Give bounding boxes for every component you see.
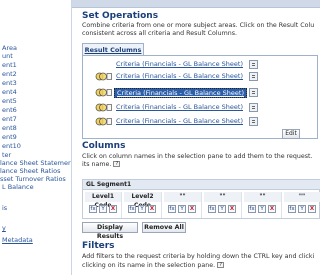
columns-title: Columns <box>82 141 126 151</box>
set-operation-icon[interactable] <box>95 103 112 112</box>
criteria-menu-button[interactable] <box>249 60 258 69</box>
set-operations-title: Set Operations <box>82 11 159 21</box>
filter-icon[interactable]: Y <box>138 205 146 213</box>
sidebar-item[interactable]: ent7 <box>2 116 17 123</box>
column-level2-code: Level2 Code fx Y X <box>124 192 162 218</box>
sidebar-item[interactable]: is <box>2 205 7 212</box>
column-header[interactable]: Level2 Code <box>124 192 161 209</box>
sidebar-item[interactable]: sset Turnover Ratios <box>0 176 66 183</box>
filter-icon[interactable]: Y <box>99 205 107 213</box>
column-header[interactable]: "" <box>164 192 201 202</box>
sidebar-item[interactable]: lance Sheet Statemer <box>0 160 71 167</box>
column-header[interactable]: "" <box>244 192 281 202</box>
columns-selection-box: GL Segment1 Level1 Code fx Y X Level2 Co… <box>82 179 320 219</box>
criteria-list: Criteria (Financials - GL Balance Sheet)… <box>82 55 318 139</box>
sidebar-item[interactable]: ent2 <box>2 71 17 78</box>
sidebar: Area unt ent1 ent2 ent3 ent4 ent5 ent6 e… <box>0 0 72 275</box>
criteria-row: Criteria (Financials - GL Balance Sheet) <box>83 71 319 82</box>
criteria-row: Criteria (Financials - GL Balance Sheet) <box>83 59 319 70</box>
column-header[interactable]: "" <box>284 192 320 202</box>
filters-description: Add filters to the request criteria by h… <box>82 253 315 260</box>
criteria-link[interactable]: Criteria (Financials - GL Balance Sheet) <box>114 88 247 98</box>
criteria-menu-button[interactable] <box>249 72 258 81</box>
delete-icon[interactable]: X <box>109 205 117 213</box>
formula-icon[interactable]: fx <box>248 205 256 213</box>
set-operation-icon[interactable] <box>95 88 112 97</box>
sidebar-item[interactable]: ent6 <box>2 107 17 114</box>
formula-icon[interactable]: fx <box>208 205 216 213</box>
column-blank: "" fx Y X <box>284 192 320 218</box>
remove-all-button[interactable]: Remove All <box>142 222 186 233</box>
sidebar-item[interactable]: ent10 <box>2 143 21 150</box>
set-operations-description: Combine criteria from one or more subjec… <box>82 22 315 29</box>
formula-icon[interactable]: fx <box>288 205 296 213</box>
formula-icon[interactable]: fx <box>128 205 136 213</box>
column-header[interactable]: "" <box>204 192 241 202</box>
criteria-menu-button[interactable] <box>249 88 258 97</box>
delete-icon[interactable]: X <box>228 205 236 213</box>
filter-icon[interactable]: Y <box>218 205 226 213</box>
column-blank: "" fx Y X <box>244 192 282 218</box>
sidebar-item[interactable]: ent5 <box>2 98 17 105</box>
sidebar-link-metadata[interactable]: Metadata <box>2 237 33 244</box>
sidebar-item[interactable]: ent1 <box>2 62 17 69</box>
sidebar-item[interactable]: ent9 <box>2 134 17 141</box>
formula-icon[interactable]: fx <box>168 205 176 213</box>
filter-icon[interactable]: Y <box>178 205 186 213</box>
columns-description-text: its name. <box>82 161 112 168</box>
filter-icon[interactable]: Y <box>258 205 266 213</box>
filters-description-text: clicking on its name in the selection pa… <box>82 262 216 269</box>
column-blank: "" fx Y X <box>204 192 242 218</box>
set-operation-icon[interactable] <box>95 72 112 81</box>
display-results-button[interactable]: Display Results <box>82 222 138 240</box>
formula-icon[interactable]: fx <box>89 205 97 213</box>
filter-icon[interactable]: Y <box>298 205 306 213</box>
set-operations-description-2: consistent across all criteria and Resul… <box>82 30 238 37</box>
sidebar-item[interactable]: lance Sheet Ratios <box>0 168 60 175</box>
help-icon[interactable]: ? <box>113 161 121 167</box>
top-bar <box>72 0 320 8</box>
sidebar-item[interactable]: L Balance <box>2 184 34 191</box>
filters-description-2: clicking on its name in the selection pa… <box>82 262 320 270</box>
set-operation-icon[interactable] <box>95 117 112 126</box>
help-icon[interactable]: ? <box>217 262 225 268</box>
criteria-link[interactable]: Criteria (Financials - GL Balance Sheet) <box>114 103 245 113</box>
column-blank: "" fx Y X <box>164 192 202 218</box>
sidebar-item[interactable]: ent8 <box>2 125 17 132</box>
criteria-row-selected: Criteria (Financials - GL Balance Sheet) <box>83 87 319 98</box>
criteria-row: Criteria (Financials - GL Balance Sheet) <box>83 116 319 127</box>
sidebar-item[interactable]: ent3 <box>2 80 17 87</box>
sidebar-item[interactable]: Area <box>2 45 17 52</box>
criteria-menu-button[interactable] <box>249 117 258 126</box>
criteria-link[interactable]: Criteria (Financials - GL Balance Sheet) <box>114 60 245 70</box>
delete-icon[interactable]: X <box>188 205 196 213</box>
delete-icon[interactable]: X <box>148 205 156 213</box>
sidebar-item[interactable]: unt <box>2 53 13 60</box>
column-header[interactable]: Level1 Code <box>85 192 121 209</box>
sidebar-item[interactable]: ent4 <box>2 89 17 96</box>
column-level1-code: Level1 Code fx Y X <box>85 192 122 218</box>
criteria-menu-button[interactable] <box>249 103 258 112</box>
sidebar-link[interactable]: y <box>2 225 6 232</box>
filters-title: Filters <box>82 241 115 251</box>
delete-icon[interactable]: X <box>308 205 316 213</box>
column-group-header: GL Segment1 <box>83 180 320 190</box>
criteria-row: Criteria (Financials - GL Balance Sheet) <box>83 102 319 113</box>
delete-icon[interactable]: X <box>268 205 276 213</box>
edit-button[interactable]: Edit <box>282 129 300 139</box>
main-panel: Set Operations Combine criteria from one… <box>72 0 320 275</box>
criteria-link[interactable]: Criteria (Financials - GL Balance Sheet) <box>114 72 245 82</box>
sidebar-item[interactable]: ter <box>2 152 11 159</box>
criteria-link[interactable]: Criteria (Financials - GL Balance Sheet) <box>114 117 245 127</box>
columns-description: Click on column names in the selection p… <box>82 153 313 160</box>
columns-description-2: its name. ? <box>82 161 320 169</box>
